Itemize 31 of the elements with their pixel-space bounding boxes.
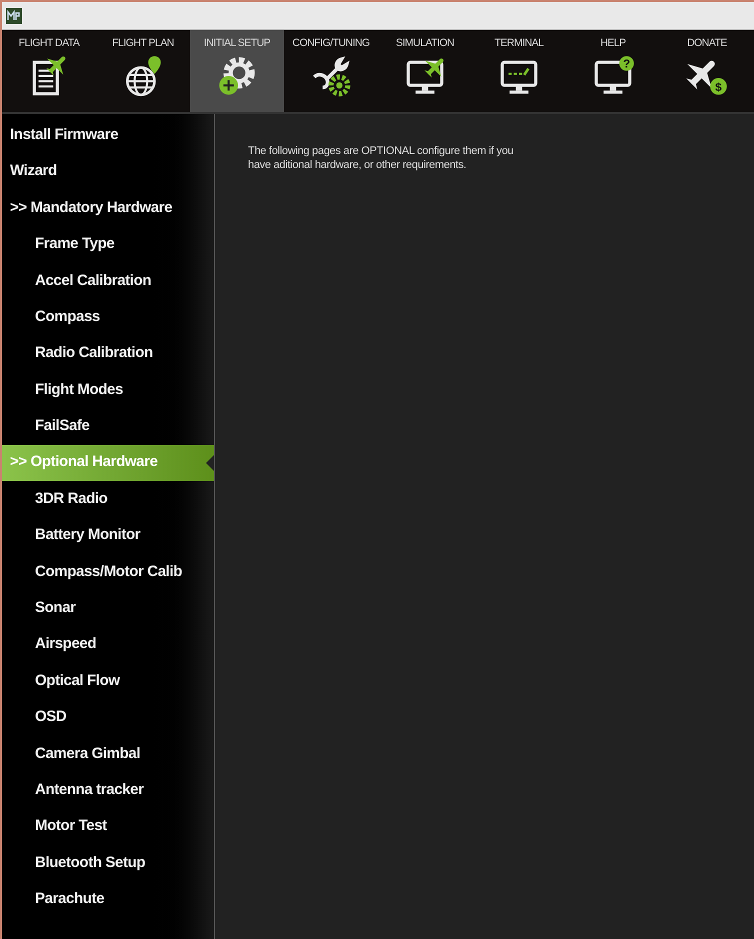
- sidebar-item[interactable]: Airspeed: [2, 626, 214, 663]
- toolbar-tab[interactable]: DONATE $: [660, 30, 754, 112]
- sidebar-item[interactable]: OSD: [2, 699, 214, 736]
- sidebar-item[interactable]: Accel Calibration: [2, 262, 214, 299]
- sidebar-item[interactable]: Parachute: [2, 881, 214, 918]
- toolbar-tab[interactable]: TERMINAL: [472, 30, 566, 112]
- sidebar-item[interactable]: Motor Test: [2, 808, 214, 845]
- sidebar-item[interactable]: Compass: [2, 298, 214, 336]
- toolbar-tab[interactable]: CONFIG/TUNING: [284, 30, 378, 112]
- sidebar-item[interactable]: Battery Monitor: [2, 517, 214, 554]
- sidebar-item[interactable]: Install Firmware: [2, 117, 214, 154]
- toolbar-tab[interactable]: FLIGHT DATA: [2, 30, 96, 112]
- toolbar-tab[interactable]: SIMULATION: [378, 30, 472, 112]
- sidebar-item[interactable]: Camera Gimbal: [2, 736, 214, 772]
- sidebar-item[interactable]: Flight Modes: [2, 372, 214, 408]
- sidebar-item[interactable]: Compass/Motor Calib: [2, 554, 214, 590]
- sidebar-item[interactable]: Frame Type: [2, 226, 214, 263]
- toolbar-tab[interactable]: INITIAL SETUP: [190, 30, 284, 112]
- sidebar-item[interactable]: Wizard: [2, 153, 214, 190]
- sidebar-item[interactable]: Antenna tracker: [2, 772, 214, 808]
- sidebar-item[interactable]: Bluetooth Setup: [2, 844, 214, 882]
- sidebar-item[interactable]: Radio Calibration: [2, 335, 214, 372]
- toolbar-tab[interactable]: FLIGHT PLAN: [96, 30, 190, 112]
- toolbar-tab[interactable]: HELP ?: [566, 30, 660, 112]
- sidebar-item[interactable]: Optical Flow: [2, 662, 214, 700]
- info-text: The following pages are OPTIONAL configure them if you have aditional hardware, or other requirements.: [248, 144, 514, 172]
- app-logo-icon: [6, 8, 22, 24]
- sidebar-item[interactable]: Sonar: [2, 590, 214, 626]
- sidebar-item[interactable]: >> Mandatory Hardware: [2, 190, 214, 226]
- sidebar-item[interactable]: 3DR Radio: [2, 480, 214, 518]
- sidebar-item[interactable]: FailSafe: [2, 408, 214, 445]
